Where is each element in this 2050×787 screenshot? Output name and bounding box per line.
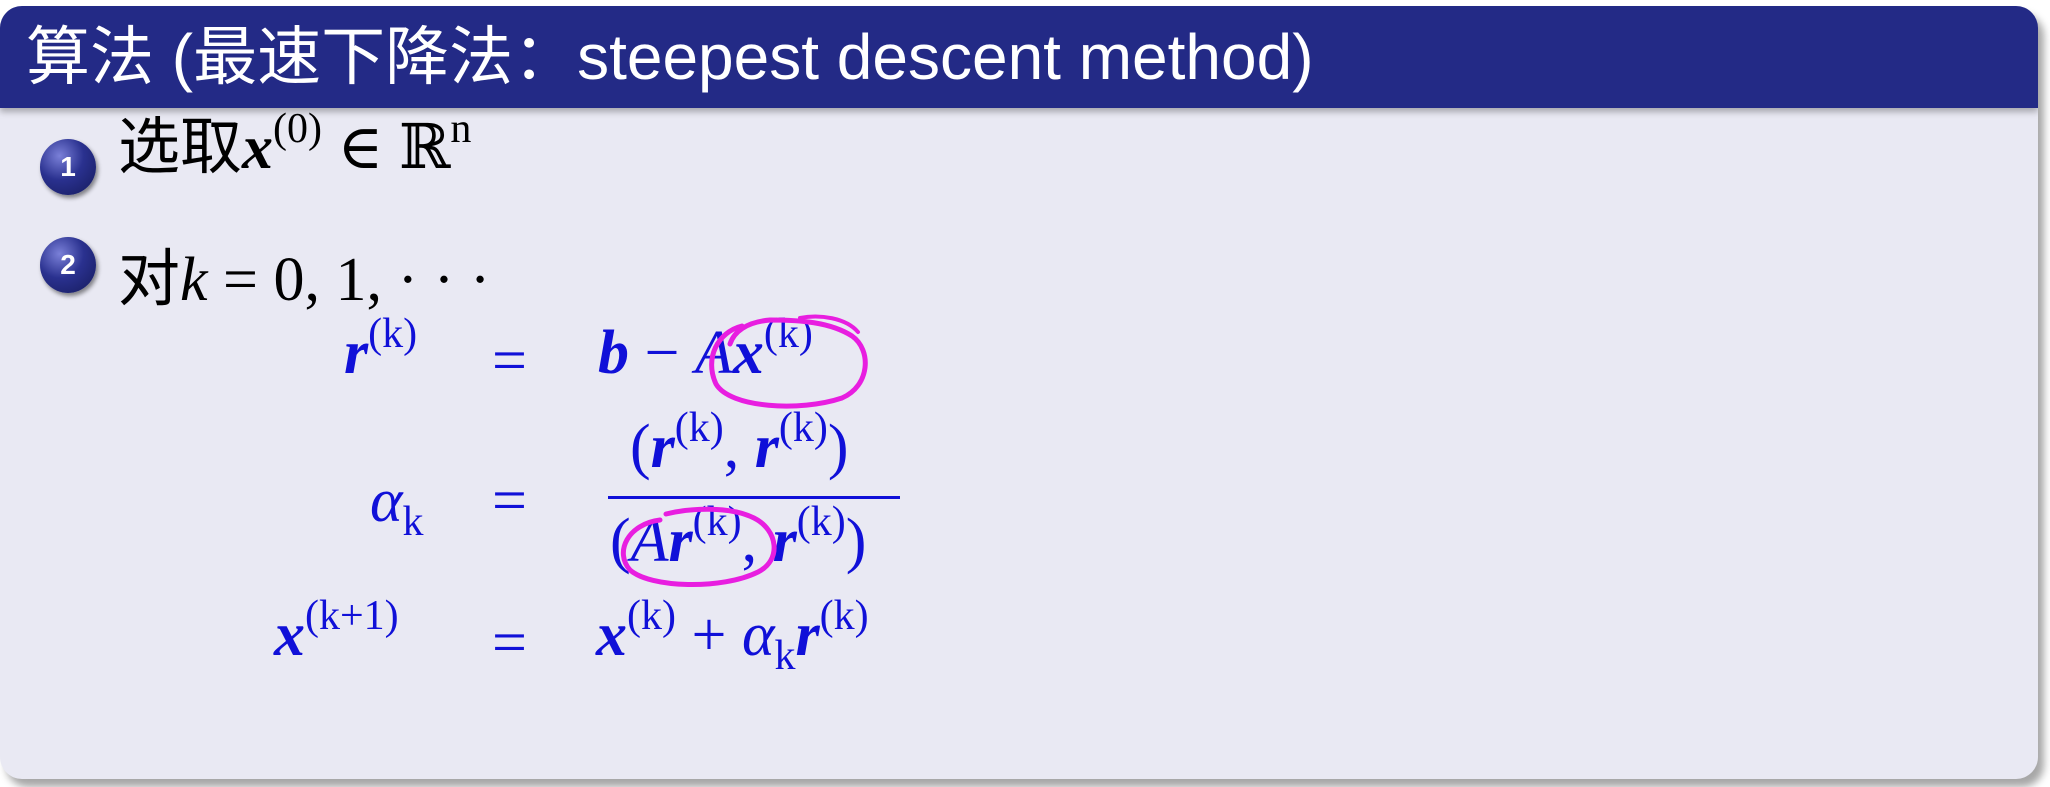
eq3-lhs: x(k+1) — [274, 593, 399, 671]
eq2-num-r2: r — [754, 413, 779, 481]
eq2-num-sup1: (k) — [674, 405, 724, 451]
item-1-var: x — [242, 114, 274, 182]
item-1-rest: ∈ ℝ — [322, 114, 451, 182]
eq2-den-close: ) — [845, 507, 867, 575]
eq2-num-r1: r — [650, 413, 675, 481]
eq1-lhs: r(k) — [344, 311, 417, 389]
eq2-numerator: (r(k), r(k)) — [630, 405, 849, 483]
eq2-den-sup1: (k) — [692, 499, 742, 545]
eq2-den-A: A — [630, 507, 669, 575]
eq3-plus: + — [675, 601, 742, 669]
eq1-x-sup: (k) — [763, 311, 813, 357]
item-2-var: k — [180, 246, 208, 314]
eq3-alpha-sub: k — [774, 633, 796, 679]
fraction-bar — [608, 496, 900, 499]
eq3-rhs-x: x — [596, 601, 627, 669]
item-1-sup: (0) — [273, 106, 322, 152]
eq2-num-sup2: (k) — [778, 405, 828, 451]
item-1-label: 选取 — [118, 114, 243, 182]
eq3-r: r — [795, 601, 820, 669]
eq1-x: x — [732, 319, 764, 387]
eq2-lhs: αk — [370, 466, 424, 545]
eq2-num-open: ( — [630, 413, 651, 481]
eq2-alpha: α — [370, 467, 403, 535]
item-1-text: 选取x(0) ∈ ℝn — [118, 96, 471, 186]
eq3-x: x — [274, 601, 305, 669]
eq2-num-comma: , — [723, 413, 755, 481]
eq2-den-r2: r — [772, 507, 797, 575]
item-2-label: 对 — [118, 246, 181, 314]
eq2-den-open: ( — [610, 507, 631, 575]
eq1-r-sup: (k) — [368, 311, 418, 357]
block-title: 算法 (最速下降法：steepest descent method) — [26, 21, 1314, 93]
eq2-den-sup2: (k) — [796, 499, 846, 545]
eq2-den-r1: r — [668, 507, 693, 575]
item-2-rest: = 0, 1, · · · — [207, 246, 491, 314]
eq1-A: A — [694, 319, 733, 387]
eq3-alpha: α — [741, 601, 775, 669]
item-2-text: 对k = 0, 1, · · · — [118, 228, 490, 318]
enum-ball-1: 1 — [40, 139, 96, 195]
eq2-denominator: (Ar(k), r(k)) — [610, 499, 867, 577]
eq3-x-sup: (k+1) — [305, 593, 399, 639]
eq1-r: r — [344, 319, 369, 387]
eq3-equals: = — [492, 609, 527, 677]
eq2-alpha-sub: k — [402, 499, 424, 545]
eq3-rhs: x(k) + αkr(k) — [596, 593, 869, 679]
eq2-num-close: ) — [827, 413, 849, 481]
eq1-minus: − — [629, 319, 695, 387]
eq1-rhs: b − Ax(k) — [598, 311, 813, 389]
item-1-rest-sup: n — [450, 106, 472, 152]
enum-ball-2: 2 — [40, 237, 96, 293]
eq2-den-comma: , — [741, 507, 773, 575]
block-title-bar: 算法 (最速下降法：steepest descent method) — [0, 6, 2038, 108]
eq2-equals: = — [492, 467, 527, 535]
eq1-b: b — [598, 319, 629, 387]
eq3-r-sup: (k) — [819, 593, 869, 639]
eq3-rhs-x-sup: (k) — [627, 593, 676, 639]
eq1-equals: = — [492, 327, 527, 395]
